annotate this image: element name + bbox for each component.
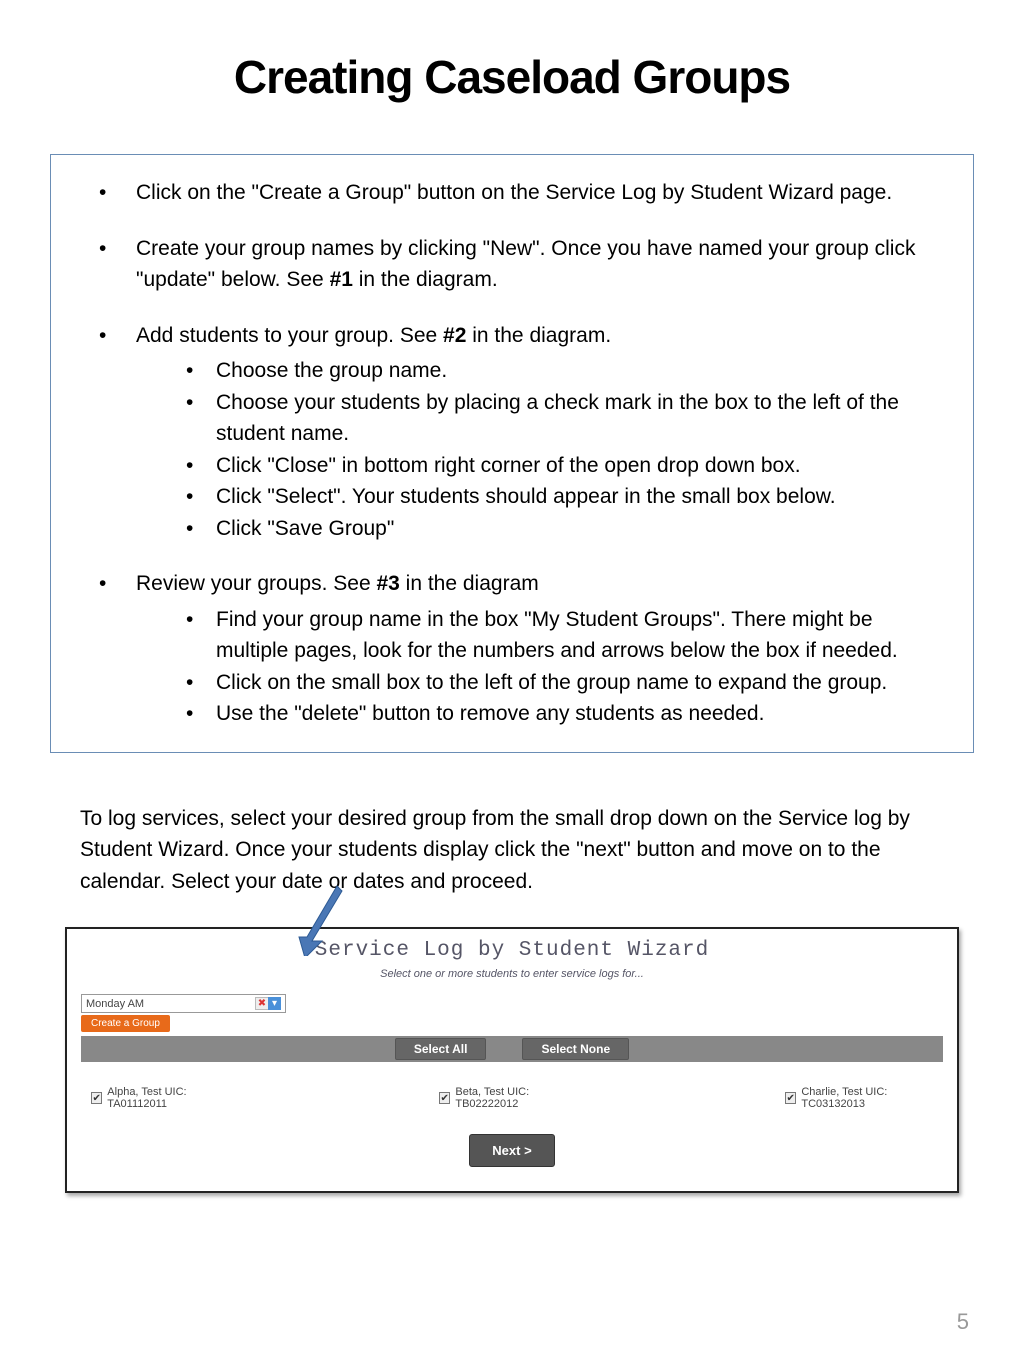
sub-item: Find your group name in the box "My Stud… (136, 604, 943, 667)
student-item: ✔ Charlie, Test UIC: TC03132013 (785, 1086, 943, 1110)
body-paragraph: To log services, select your desired gro… (80, 803, 944, 898)
sub-item: Click "Save Group" (136, 513, 943, 545)
wizard-title: Service Log by Student Wizard (81, 939, 943, 962)
sub-item: Click on the small box to the left of th… (136, 667, 943, 699)
sub-item: Click "Select". Your students should app… (136, 481, 943, 513)
wizard-subtitle: Select one or more students to enter ser… (81, 968, 943, 980)
sub-item: Choose your students by placing a check … (136, 387, 943, 450)
group-dropdown[interactable]: Monday AM ✖ ▾ (81, 994, 286, 1013)
text: in the diagram (400, 572, 539, 595)
group-value: Monday AM (86, 998, 144, 1010)
sub-item: Use the "delete" button to remove any st… (136, 698, 943, 730)
select-all-button[interactable]: Select All (395, 1038, 487, 1060)
text: in the diagram. (353, 268, 498, 291)
chevron-down-icon[interactable]: ▾ (268, 997, 281, 1010)
instruction-item: Create your group names by clicking "New… (81, 233, 943, 296)
student-label: Beta, Test UIC: TB02222012 (455, 1086, 585, 1110)
student-item: ✔ Alpha, Test UIC: TA01112011 (91, 1086, 239, 1110)
checkbox[interactable]: ✔ (785, 1092, 796, 1104)
select-none-button[interactable]: Select None (522, 1038, 629, 1060)
ref-bold: #3 (376, 572, 399, 595)
clear-icon[interactable]: ✖ (255, 997, 268, 1010)
checkbox[interactable]: ✔ (439, 1092, 450, 1104)
text: in the diagram. (466, 324, 611, 347)
text: Create your group names by clicking "New… (136, 237, 915, 292)
ref-bold: #1 (330, 268, 353, 291)
students-row: ✔ Alpha, Test UIC: TA01112011 ✔ Beta, Te… (81, 1086, 943, 1110)
sub-item: Click "Close" in bottom right corner of … (136, 450, 943, 482)
student-item: ✔ Beta, Test UIC: TB02222012 (439, 1086, 585, 1110)
instructions-box: Click on the "Create a Group" button on … (50, 154, 974, 753)
instruction-item: Review your groups. See #3 in the diagra… (81, 568, 943, 730)
ref-bold: #2 (443, 324, 466, 347)
wizard-screenshot: Service Log by Student Wizard Select one… (65, 927, 959, 1193)
create-group-button[interactable]: Create a Group (81, 1015, 170, 1032)
instruction-item: Click on the "Create a Group" button on … (81, 177, 943, 209)
student-label: Charlie, Test UIC: TC03132013 (801, 1086, 943, 1110)
instruction-item: Add students to your group. See #2 in th… (81, 320, 943, 545)
student-label: Alpha, Test UIC: TA01112011 (107, 1086, 239, 1110)
next-button[interactable]: Next > (469, 1134, 554, 1167)
sub-item: Choose the group name. (136, 355, 943, 387)
text: Add students to your group. See (136, 324, 443, 347)
page-title: Creating Caseload Groups (50, 50, 974, 104)
selection-bar: Select All Select None (81, 1036, 943, 1062)
checkbox[interactable]: ✔ (91, 1092, 102, 1104)
text: Review your groups. See (136, 572, 376, 595)
page-number: 5 (957, 1309, 969, 1335)
